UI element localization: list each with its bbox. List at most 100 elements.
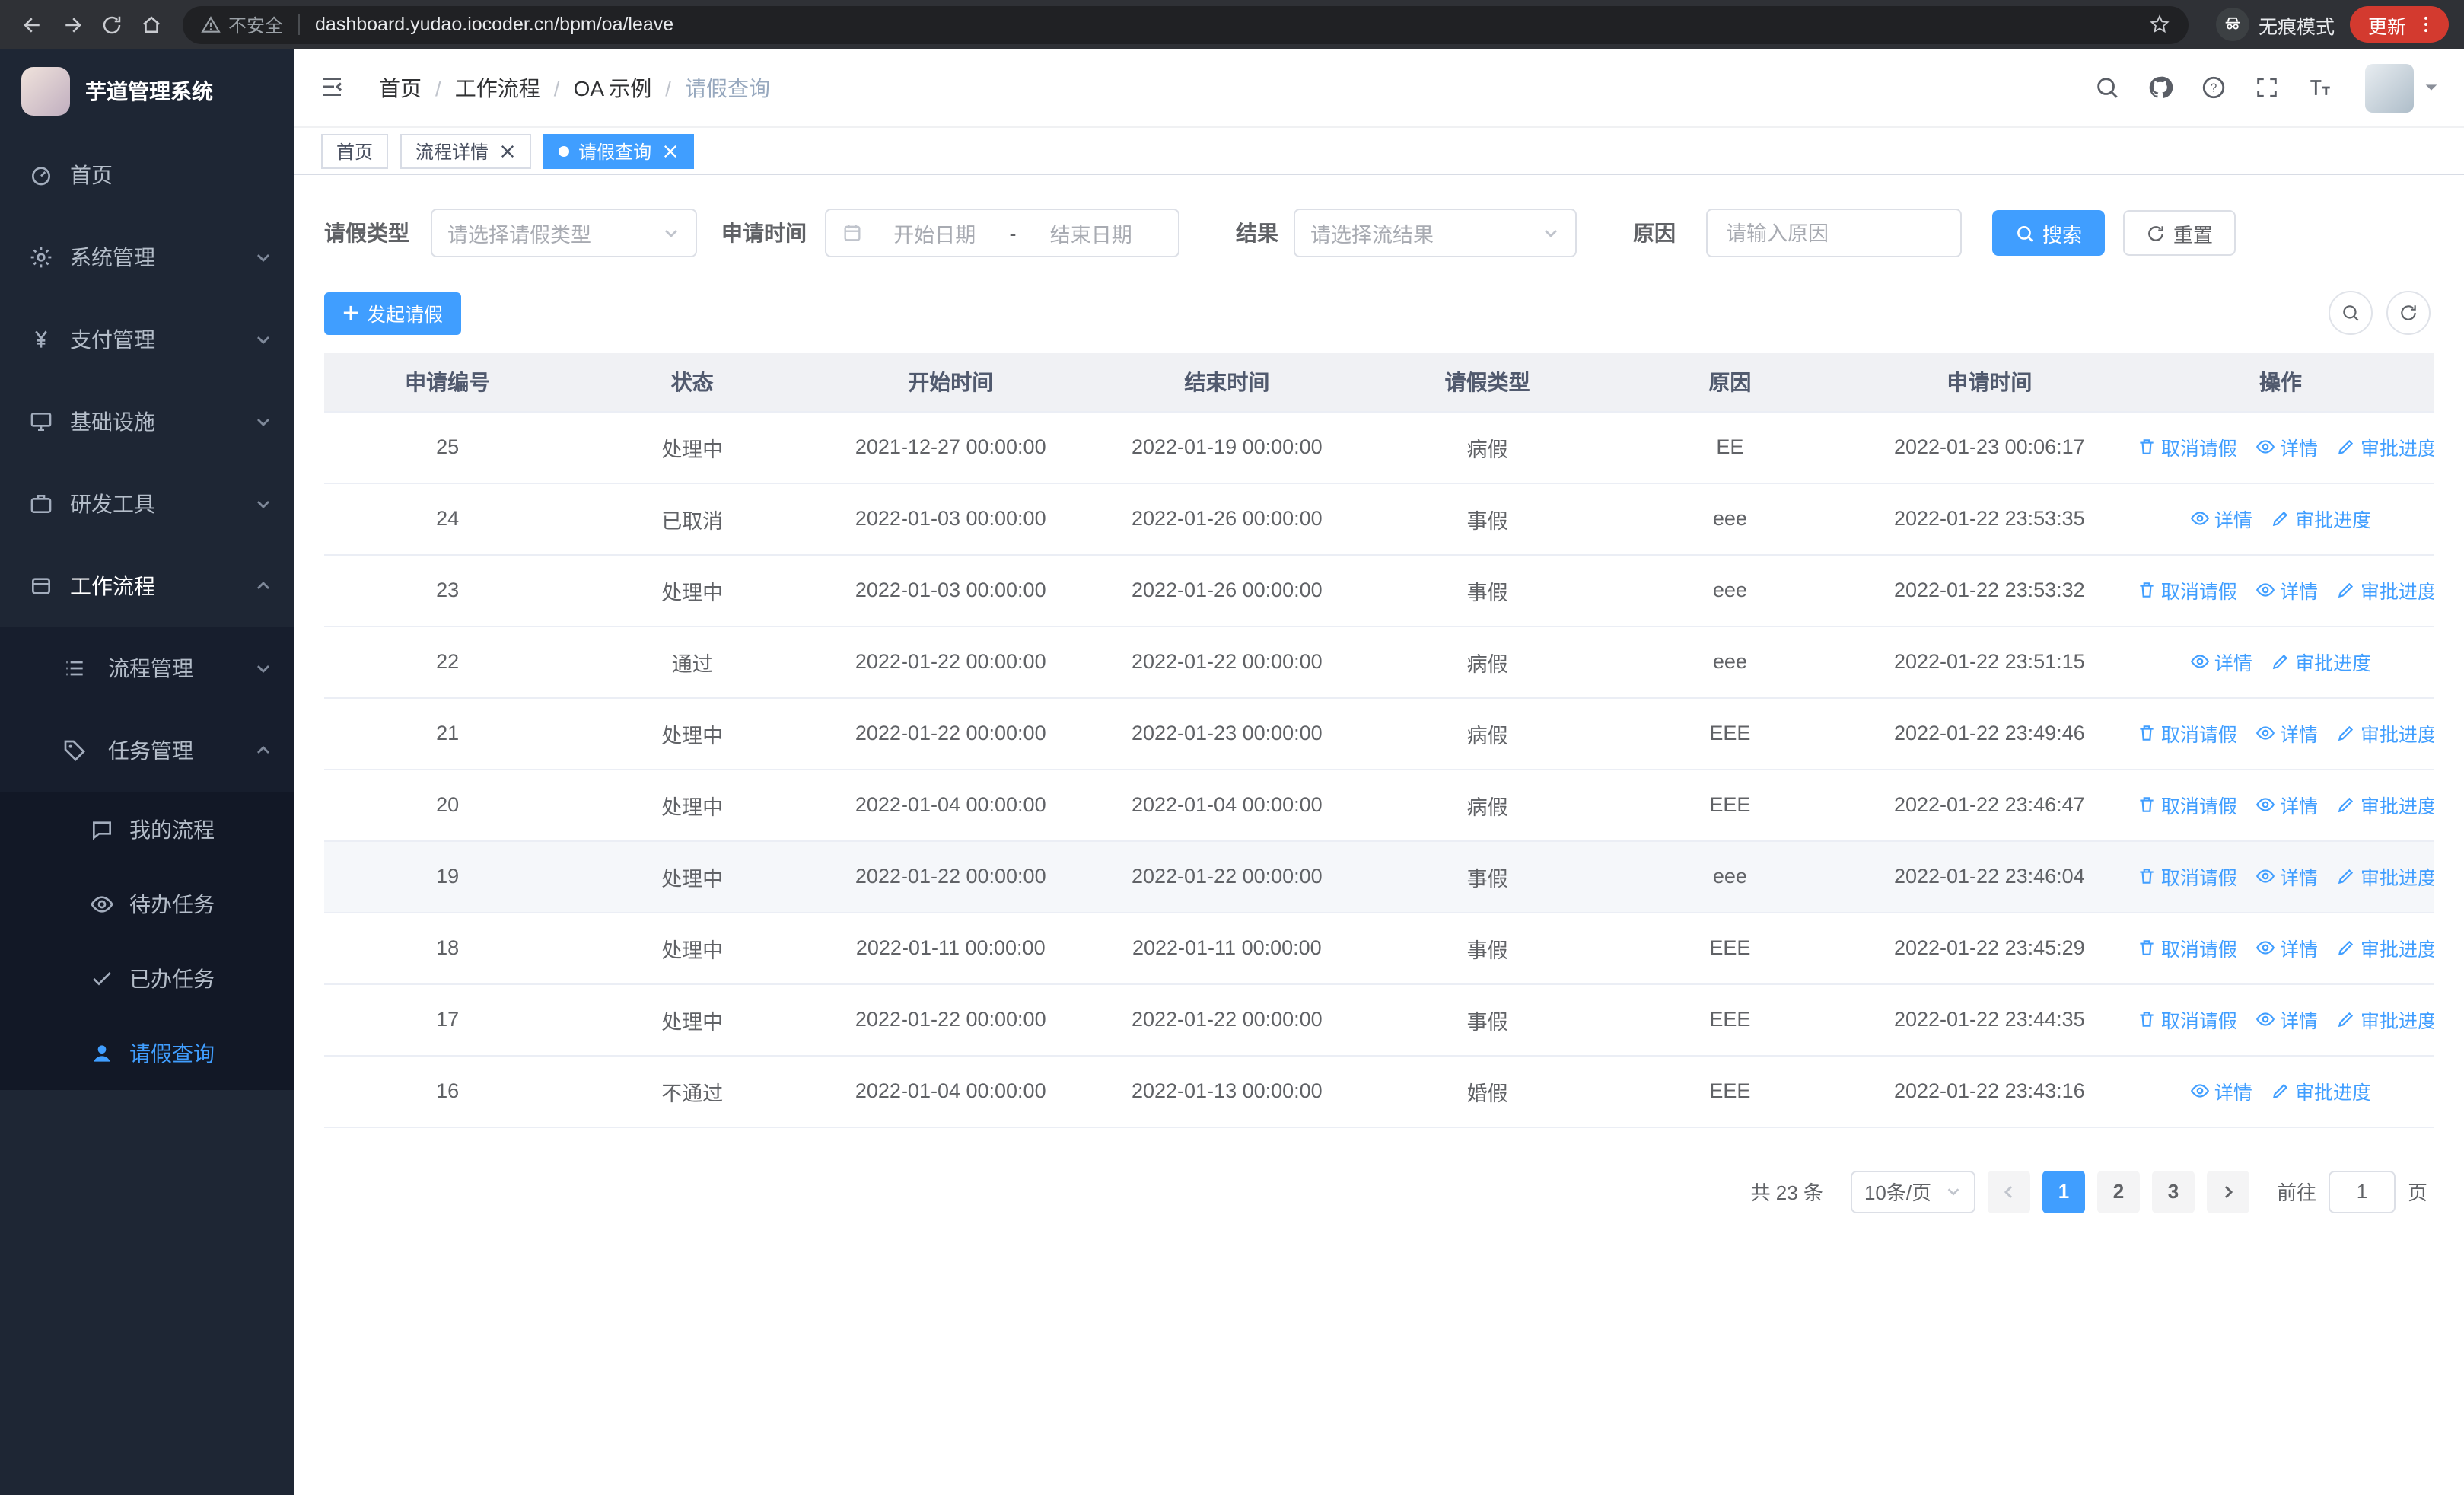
action-cancel-link[interactable]: 取消请假 [2137,719,2237,748]
action-cancel-link[interactable]: 取消请假 [2137,575,2237,604]
edit-icon [2336,1009,2356,1029]
action-cancel-link[interactable]: 取消请假 [2137,933,2237,962]
cell-end-time: 2022-01-22 00:00:00 [1087,840,1367,913]
help-icon[interactable]: ? [2199,74,2227,101]
breadcrumb-item[interactable]: 工作流程 [455,72,540,103]
action-detail-link[interactable]: 详情 [2255,1005,2318,1034]
browser-back-button[interactable] [12,5,52,44]
reset-button[interactable]: 重置 [2123,210,2236,256]
eye-icon [2255,866,2275,886]
table-refresh-button[interactable] [2386,291,2431,335]
browser-forward-button[interactable] [52,5,91,44]
action-progress-link[interactable]: 审批进度 [2336,862,2434,891]
action-progress-link[interactable]: 审批进度 [2271,647,2371,676]
fullscreen-icon[interactable] [2252,74,2280,101]
action-cancel-link[interactable]: 取消请假 [2137,1005,2237,1034]
result-select[interactable]: 请选择流结果 [1294,209,1577,257]
page-size-select[interactable]: 10条/页 [1850,1170,1975,1213]
action-cancel-link[interactable]: 取消请假 [2137,432,2237,461]
sidebar-item-payment[interactable]: 支付管理 [0,298,294,381]
breadcrumb-item[interactable]: OA 示例 [574,72,652,103]
page-button-1[interactable]: 1 [2042,1170,2085,1213]
action-progress-link[interactable]: 审批进度 [2336,790,2434,819]
sidebar-item-leave-query[interactable]: 请假查询 [0,1015,294,1090]
action-progress-link[interactable]: 审批进度 [2336,933,2434,962]
browser-reload-button[interactable] [91,5,131,44]
close-icon[interactable] [661,142,679,160]
action-progress-link[interactable]: 审批进度 [2271,504,2371,533]
sidebar-collapse-button[interactable] [318,72,349,103]
action-cancel-link[interactable]: 取消请假 [2137,790,2237,819]
bookmark-star-icon[interactable] [2149,14,2170,35]
url-text[interactable]: dashboard.yudao.iocoder.cn/bpm/oa/leave [315,14,673,35]
goto-page-input[interactable] [2328,1170,2396,1213]
sidebar-item-process-management[interactable]: 流程管理 [0,627,294,709]
breadcrumb-item[interactable]: 首页 [379,72,422,103]
action-cancel-link[interactable]: 取消请假 [2137,862,2237,891]
action-detail-link[interactable]: 详情 [2255,575,2318,604]
reason-input[interactable] [1706,209,1962,257]
chevron-down-icon [254,330,272,349]
user-menu[interactable] [2365,63,2440,112]
tab-process-detail[interactable]: 流程详情 [400,133,532,168]
action-progress-link[interactable]: 审批进度 [2336,432,2434,461]
sidebar-item-home[interactable]: 首页 [0,134,294,216]
sidebar-item-my-process[interactable]: 我的流程 [0,792,294,866]
delete-icon [2137,580,2157,600]
action-progress-link[interactable]: 审批进度 [2336,1005,2434,1034]
action-progress-link[interactable]: 审批进度 [2336,575,2434,604]
tab-leave-query[interactable]: 请假查询 [543,133,695,168]
table-search-toggle-button[interactable] [2329,291,2373,335]
address-bar[interactable]: 不安全 dashboard.yudao.iocoder.cn/bpm/oa/le… [183,5,2189,43]
cell-end-time: 2022-01-22 00:00:00 [1087,983,1367,1056]
create-leave-button[interactable]: 发起请假 [324,292,462,334]
browser-update-menu-button[interactable]: 更新 [2349,6,2449,43]
chevron-left-icon [2004,1184,2012,1198]
user-icon [88,1040,114,1066]
apply-time-range-picker[interactable]: 开始日期 - 结束日期 [825,209,1179,257]
edit-icon [2336,795,2356,814]
sidebar-item-workflow[interactable]: 工作流程 [0,545,294,627]
action-detail-link[interactable]: 详情 [2255,862,2318,891]
sidebar-item-label: 已办任务 [129,966,215,990]
action-detail-link[interactable]: 详情 [2255,790,2318,819]
cell-start-time: 2022-01-03 00:00:00 [813,554,1088,626]
sidebar-item-done-tasks[interactable]: 已办任务 [0,941,294,1015]
page-button-2[interactable]: 2 [2096,1170,2140,1213]
browser-home-button[interactable] [131,5,170,44]
app-logo[interactable]: 芋道管理系统 [0,49,294,134]
leave-type-select[interactable]: 请选择请假类型 [431,209,697,257]
action-progress-link[interactable]: 审批进度 [2336,719,2434,748]
action-detail-link[interactable]: 详情 [2255,933,2318,962]
close-icon[interactable] [498,142,516,160]
action-detail-link[interactable]: 详情 [2190,1076,2252,1105]
sidebar-item-dev-tools[interactable]: 研发工具 [0,463,294,545]
eye-icon [2255,795,2275,814]
font-size-icon[interactable] [2306,74,2333,101]
cell-end-time: 2022-01-23 00:00:00 [1087,697,1367,770]
sidebar-item-label: 流程管理 [108,656,193,681]
action-detail-link[interactable]: 详情 [2255,719,2318,748]
sidebar-item-infrastructure[interactable]: 基础设施 [0,381,294,463]
security-status[interactable]: 不安全 [201,11,283,37]
sidebar-item-system[interactable]: 系统管理 [0,216,294,298]
search-button[interactable]: 搜索 [1992,210,2106,256]
edit-icon [2336,723,2356,743]
next-page-button[interactable] [2206,1170,2249,1213]
page-button-3[interactable]: 3 [2151,1170,2195,1213]
start-date-placeholder: 开始日期 [893,224,976,247]
cell-apply-time: 2022-01-22 23:51:15 [1851,626,2128,698]
prev-page-button[interactable] [1987,1170,2030,1213]
search-icon[interactable] [2093,74,2120,101]
cell-apply-id: 21 [324,697,571,770]
action-detail-link[interactable]: 详情 [2255,432,2318,461]
action-progress-link[interactable]: 审批进度 [2271,1076,2371,1105]
row-actions: 取消请假 详情 审批进度 [2127,697,2434,770]
github-icon[interactable] [2146,74,2173,101]
tab-home[interactable]: 首页 [321,133,389,168]
sidebar-item-task-management[interactable]: 任务管理 [0,709,294,792]
sidebar-item-todo-tasks[interactable]: 待办任务 [0,866,294,941]
table-row: 17 处理中 2022-01-22 00:00:00 2022-01-22 00… [324,983,2434,1056]
action-detail-link[interactable]: 详情 [2190,647,2252,676]
action-detail-link[interactable]: 详情 [2190,504,2252,533]
